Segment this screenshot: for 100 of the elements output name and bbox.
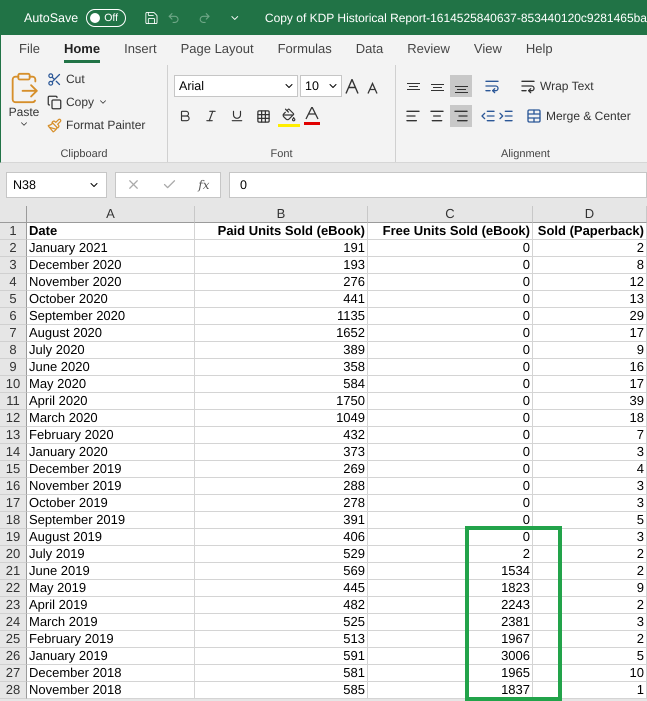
- column-header[interactable]: C: [368, 206, 533, 223]
- table-cell: January 2021: [27, 240, 195, 257]
- row-header[interactable]: 4: [0, 274, 27, 291]
- insert-function-button[interactable]: fx: [198, 178, 210, 192]
- table-cell: 7: [533, 427, 647, 444]
- table-cell: 2: [533, 597, 647, 614]
- table-cell: 0: [368, 478, 533, 495]
- row-header[interactable]: 3: [0, 257, 27, 274]
- row-header[interactable]: 13: [0, 427, 27, 444]
- table-cell: 389: [195, 342, 368, 359]
- row-header[interactable]: 1: [0, 223, 27, 240]
- column-header[interactable]: D: [533, 206, 647, 223]
- row-header[interactable]: 26: [0, 648, 27, 665]
- column-header[interactable]: A: [27, 206, 195, 223]
- row-header[interactable]: 18: [0, 512, 27, 529]
- align-button[interactable]: [450, 105, 472, 127]
- menu-tab[interactable]: Help: [526, 37, 553, 63]
- table-cell: 406: [195, 529, 368, 546]
- italic-icon: [204, 109, 218, 123]
- grid-icon: [256, 108, 270, 124]
- menu-tab[interactable]: Data: [356, 37, 384, 63]
- row-header[interactable]: 2: [0, 240, 27, 257]
- font-color-icon[interactable]: [304, 107, 320, 125]
- table-cell: 17: [533, 376, 647, 393]
- table-cell: July 2019: [27, 546, 195, 563]
- row-header[interactable]: 10: [0, 376, 27, 393]
- autosave-toggle[interactable]: Off: [86, 8, 126, 26]
- row-header[interactable]: 17: [0, 495, 27, 512]
- indent-decrease-icon[interactable]: [480, 108, 496, 124]
- row-header[interactable]: 14: [0, 444, 27, 461]
- menu-tab[interactable]: View: [474, 37, 502, 63]
- menu-tab[interactable]: Review: [407, 37, 450, 63]
- group-label: Font: [269, 148, 294, 160]
- row-header[interactable]: 25: [0, 631, 27, 648]
- table-cell: 0: [368, 325, 533, 342]
- table-cell: September 2020: [27, 308, 195, 325]
- table-cell: August 2020: [27, 325, 195, 342]
- menu-tab[interactable]: Formulas: [278, 37, 332, 63]
- row-header[interactable]: 15: [0, 461, 27, 478]
- column-header[interactable]: B: [195, 206, 368, 223]
- name-box[interactable]: N38: [6, 172, 107, 198]
- copy-button[interactable]: Copy: [47, 92, 146, 112]
- row-header[interactable]: 24: [0, 614, 27, 631]
- merge-center-button[interactable]: Merge & Center: [526, 106, 631, 126]
- table-cell: 1135: [195, 308, 368, 325]
- table-cell: 9: [533, 342, 647, 359]
- autosave-label: AutoSave: [24, 10, 78, 24]
- paste-button[interactable]: Paste: [7, 69, 41, 148]
- font-size-icon[interactable]: [344, 78, 380, 94]
- row-header[interactable]: 11: [0, 393, 27, 410]
- table-cell: 1049: [195, 410, 368, 427]
- row-header[interactable]: 27: [0, 665, 27, 682]
- row-header[interactable]: 12: [0, 410, 27, 427]
- table-cell: 12: [533, 274, 647, 291]
- table-cell: 525: [195, 614, 368, 631]
- table-cell: 0: [368, 495, 533, 512]
- row-header[interactable]: 7: [0, 325, 27, 342]
- menu-tab[interactable]: Insert: [124, 37, 157, 63]
- table-cell: October 2020: [27, 291, 195, 308]
- align-right-icon: [453, 108, 469, 124]
- row-header[interactable]: 8: [0, 342, 27, 359]
- format-painter-button[interactable]: Format Painter: [47, 115, 146, 135]
- paint-bucket-icon: [282, 108, 296, 122]
- row-header[interactable]: 16: [0, 478, 27, 495]
- row-header[interactable]: 20: [0, 546, 27, 563]
- table-cell: 569: [195, 563, 368, 580]
- menu-tab[interactable]: File: [19, 37, 40, 63]
- table-cell: December 2019: [27, 461, 195, 478]
- row-header[interactable]: 5: [0, 291, 27, 308]
- row-header[interactable]: 22: [0, 580, 27, 597]
- table-cell: 29: [533, 308, 647, 325]
- column-title: Paid Units Sold (eBook): [195, 223, 368, 240]
- table-cell: 39: [533, 393, 647, 410]
- wrap-icon: [520, 78, 536, 94]
- align-button[interactable]: [450, 75, 472, 97]
- table-cell: 10: [533, 665, 647, 682]
- font-size-field[interactable]: 10: [300, 75, 342, 97]
- row-header[interactable]: 21: [0, 563, 27, 580]
- row-header[interactable]: 28: [0, 682, 27, 699]
- table-cell: 2381: [368, 614, 533, 631]
- table-cell: December 2020: [27, 257, 195, 274]
- menu-tab[interactable]: Page Layout: [180, 37, 254, 63]
- table-cell: 482: [195, 597, 368, 614]
- table-cell: January 2020: [27, 444, 195, 461]
- row-header[interactable]: 9: [0, 359, 27, 376]
- align-middle-icon[interactable]: [430, 81, 444, 91]
- row-header[interactable]: 19: [0, 529, 27, 546]
- table-cell: 3: [533, 478, 647, 495]
- font-name-field[interactable]: Arial: [174, 75, 298, 97]
- cut-button[interactable]: Cut: [47, 69, 146, 89]
- row-header[interactable]: 6: [0, 308, 27, 325]
- formula-field[interactable]: 0: [229, 172, 647, 198]
- table-cell: 191: [195, 240, 368, 257]
- table-cell: 8: [533, 257, 647, 274]
- table-cell: October 2019: [27, 495, 195, 512]
- indent-increase-icon[interactable]: [498, 108, 514, 124]
- align-top-icon[interactable]: [406, 82, 420, 90]
- table-cell: 2: [533, 240, 647, 257]
- row-header[interactable]: 23: [0, 597, 27, 614]
- wrap-text-button[interactable]: Wrap Text: [520, 76, 594, 96]
